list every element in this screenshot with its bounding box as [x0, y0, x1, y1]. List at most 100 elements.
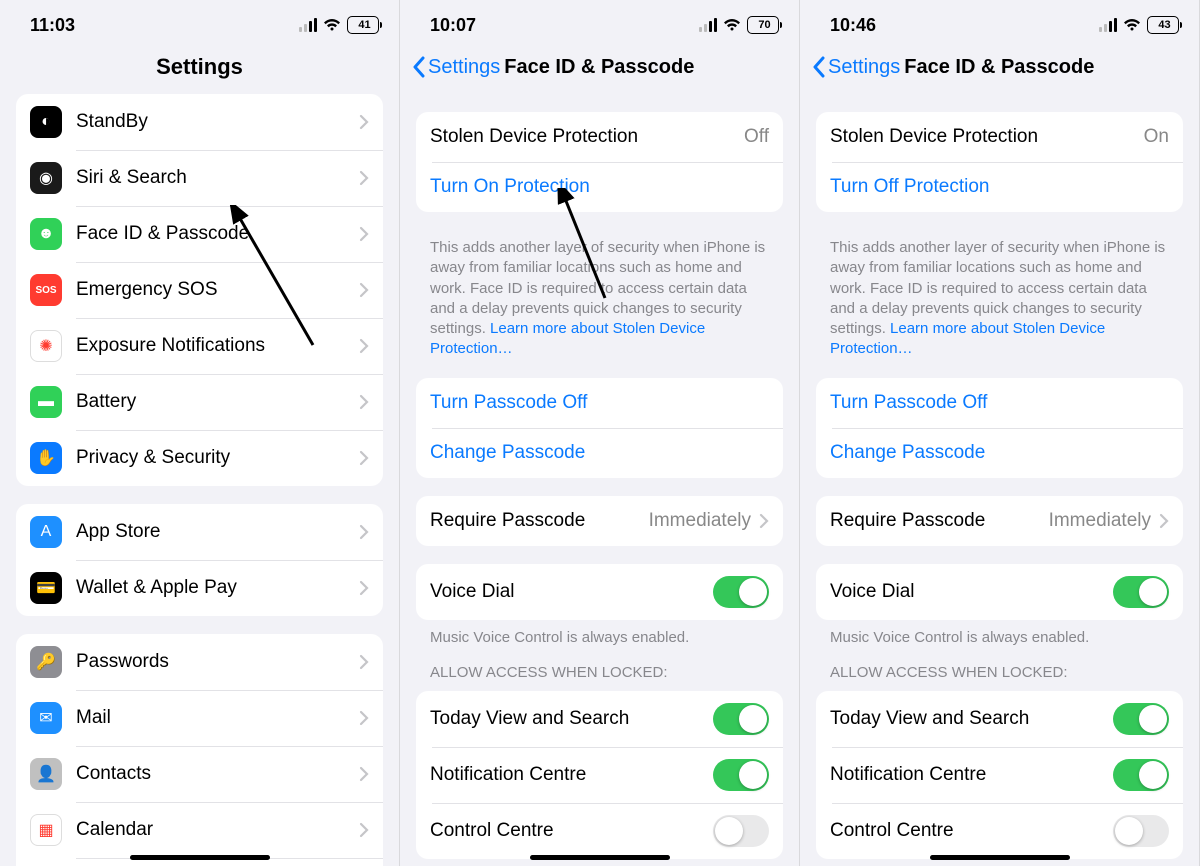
status-right: 70	[699, 16, 779, 34]
chevron-right-icon	[759, 513, 769, 529]
chevron-left-icon	[812, 56, 826, 78]
settings-group: ◐StandBy◉Siri & Search☻Face ID & Passcod…	[16, 94, 383, 486]
cellular-icon	[299, 18, 317, 32]
chevron-right-icon	[359, 450, 369, 466]
allow-access-group: Today View and Search Notification Centr…	[816, 691, 1183, 859]
row-label: Control Centre	[430, 820, 713, 842]
passcode-group: Turn Passcode Off Change Passcode	[416, 378, 783, 478]
wifi-icon	[723, 18, 741, 32]
cellular-icon	[699, 18, 717, 32]
allow-row[interactable]: Notification Centre	[416, 747, 783, 803]
row-label: Exposure Notifications	[76, 335, 359, 357]
settings-row[interactable]: 👤Contacts	[16, 746, 383, 802]
toggle-switch[interactable]	[713, 576, 769, 608]
toggle-switch[interactable]	[1113, 759, 1169, 791]
chevron-right-icon	[359, 170, 369, 186]
turn-passcode-off-row[interactable]: Turn Passcode Off	[416, 378, 783, 428]
face-id-passcode-icon: ☻	[30, 218, 62, 250]
status-bar: 11:03 41	[0, 0, 399, 40]
chevron-right-icon	[359, 226, 369, 242]
contacts-icon: 👤	[30, 758, 62, 790]
allow-row[interactable]: Control Centre	[416, 803, 783, 859]
status-right: 41	[299, 16, 379, 34]
require-passcode-group: Require Passcode Immediately	[416, 496, 783, 546]
allow-row[interactable]: Control Centre	[816, 803, 1183, 859]
back-label: Settings	[428, 56, 500, 79]
toggle-switch[interactable]	[713, 703, 769, 735]
settings-row[interactable]: ✉Mail	[16, 690, 383, 746]
row-label: Turn Off Protection	[830, 176, 1169, 198]
battery-icon: ▬	[30, 386, 62, 418]
settings-row[interactable]: ✋Privacy & Security	[16, 430, 383, 486]
settings-row[interactable]: ☻Face ID & Passcode	[16, 206, 383, 262]
home-indicator	[930, 855, 1070, 860]
voice-dial-note: Music Voice Control is always enabled.	[800, 626, 1199, 648]
settings-row[interactable]: 🔑Passwords	[16, 634, 383, 690]
allow-row[interactable]: Notification Centre	[816, 747, 1183, 803]
settings-row[interactable]: ◉Siri & Search	[16, 150, 383, 206]
voice-dial-row[interactable]: Voice Dial	[416, 564, 783, 620]
nav-header: Settings Face ID & Passcode	[800, 40, 1199, 94]
toggle-switch[interactable]	[1113, 576, 1169, 608]
settings-list[interactable]: ◐StandBy◉Siri & Search☻Face ID & Passcod…	[0, 94, 399, 866]
faceid-screen-off: 10:07 70 Settings Face ID & Passcode Sto…	[400, 0, 800, 866]
voice-dial-row[interactable]: Voice Dial	[816, 564, 1183, 620]
allow-access-header: ALLOW ACCESS WHEN LOCKED:	[400, 648, 799, 687]
row-label: Change Passcode	[830, 442, 1169, 464]
battery-icon: 70	[747, 16, 779, 34]
allow-row[interactable]: Today View and Search	[416, 691, 783, 747]
learn-more-link[interactable]: Learn more about Stolen Device Protectio…	[830, 320, 1105, 357]
settings-row[interactable]: AApp Store	[16, 504, 383, 560]
learn-more-link[interactable]: Learn more about Stolen Device Protectio…	[430, 320, 705, 357]
allow-access-header: ALLOW ACCESS WHEN LOCKED:	[800, 648, 1199, 687]
back-button[interactable]: Settings	[812, 56, 900, 79]
require-passcode-row[interactable]: Require Passcode Immediately	[416, 496, 783, 546]
faceid-screen-on: 10:46 43 Settings Face ID & Passcode Sto…	[800, 0, 1200, 866]
change-passcode-row[interactable]: Change Passcode	[416, 428, 783, 478]
settings-row[interactable]: ▬Battery	[16, 374, 383, 430]
settings-group: 🔑Passwords✉Mail👤Contacts▦Calendar≣Notes	[16, 634, 383, 866]
clock: 11:03	[30, 15, 75, 36]
row-label: Notification Centre	[430, 764, 713, 786]
row-label: Calendar	[76, 819, 359, 841]
turn-passcode-off-row[interactable]: Turn Passcode Off	[816, 378, 1183, 428]
chevron-right-icon	[359, 394, 369, 410]
row-label: StandBy	[76, 111, 359, 133]
toggle-switch[interactable]	[1113, 703, 1169, 735]
sdp-status-row[interactable]: Stolen Device Protection On	[816, 112, 1183, 162]
row-label: Passwords	[76, 651, 359, 673]
chevron-right-icon	[359, 524, 369, 540]
allow-row[interactable]: Today View and Search	[816, 691, 1183, 747]
back-button[interactable]: Settings	[412, 56, 500, 79]
siri-search-icon: ◉	[30, 162, 62, 194]
require-value: Immediately	[1049, 510, 1151, 532]
clock: 10:46	[830, 15, 876, 36]
toggle-switch[interactable]	[713, 759, 769, 791]
settings-row[interactable]: ◐StandBy	[16, 94, 383, 150]
calendar-icon: ▦	[30, 814, 62, 846]
sdp-status-row[interactable]: Stolen Device Protection Off	[416, 112, 783, 162]
row-label: Voice Dial	[430, 581, 713, 603]
faceid-content[interactable]: Stolen Device Protection On Turn Off Pro…	[800, 94, 1199, 866]
toggle-switch[interactable]	[1113, 815, 1169, 847]
clock: 10:07	[430, 15, 476, 36]
row-label: Voice Dial	[830, 581, 1113, 603]
page-title: Face ID & Passcode	[504, 56, 694, 79]
change-passcode-row[interactable]: Change Passcode	[816, 428, 1183, 478]
settings-row[interactable]: 💳Wallet & Apple Pay	[16, 560, 383, 616]
row-label: Require Passcode	[430, 510, 649, 532]
settings-row[interactable]: ▦ Calendar	[16, 802, 383, 858]
wifi-icon	[323, 18, 341, 32]
page-title: Face ID & Passcode	[904, 56, 1094, 79]
chevron-right-icon	[359, 654, 369, 670]
faceid-content[interactable]: Stolen Device Protection Off Turn On Pro…	[400, 94, 799, 866]
sdp-action-row[interactable]: Turn On Protection	[416, 162, 783, 212]
row-label: Stolen Device Protection	[430, 126, 744, 148]
sdp-action-row[interactable]: Turn Off Protection	[816, 162, 1183, 212]
chevron-right-icon	[359, 766, 369, 782]
settings-row[interactable]: ✺Exposure Notifications	[16, 318, 383, 374]
toggle-switch[interactable]	[713, 815, 769, 847]
require-passcode-row[interactable]: Require Passcode Immediately	[816, 496, 1183, 546]
passcode-group: Turn Passcode Off Change Passcode	[816, 378, 1183, 478]
settings-row[interactable]: SOSEmergency SOS	[16, 262, 383, 318]
